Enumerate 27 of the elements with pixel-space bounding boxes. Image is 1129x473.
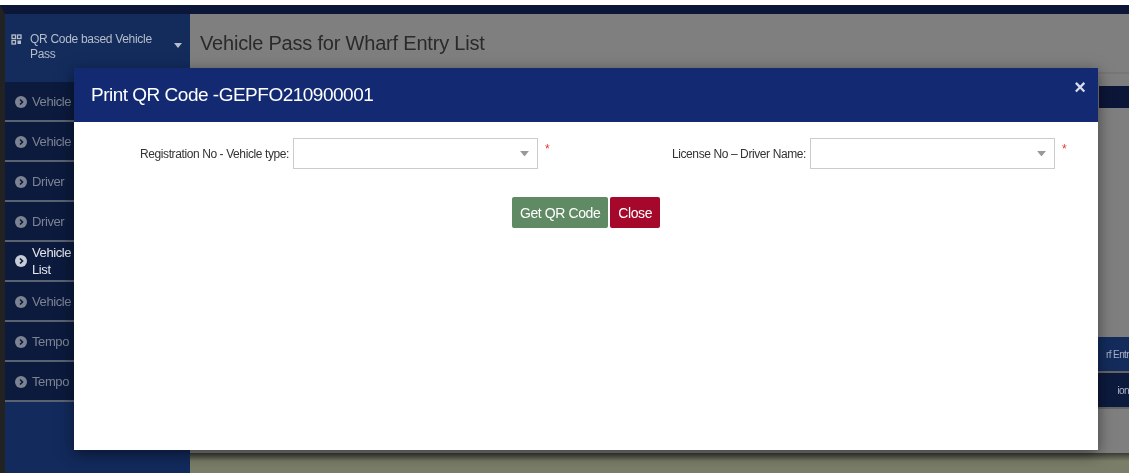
close-button[interactable]: Close: [610, 197, 661, 228]
qr-code-icon: [11, 34, 22, 45]
select-field[interactable]: [810, 138, 1055, 169]
chevron-circle-icon: [15, 216, 27, 228]
required-marker: *: [1062, 142, 1068, 156]
chevron-circle-icon: [15, 176, 27, 188]
menu-title: QR Code based Vehicle Pass: [30, 32, 153, 62]
select-field[interactable]: [293, 138, 538, 169]
toolbar-strip: [1099, 86, 1129, 108]
chevron-circle-icon: [15, 336, 27, 348]
chevron-circle-icon: [15, 296, 27, 308]
chevron-circle-icon: [15, 376, 27, 388]
close-button[interactable]: ×: [1072, 76, 1088, 99]
dialog-title: Print QR Code -GEPFO210900001: [91, 84, 374, 106]
caret-icon: [520, 150, 529, 157]
get-qr-code-button[interactable]: Get QR Code: [511, 197, 609, 228]
field-label: Registration No - Vehicle type:: [140, 146, 289, 161]
section-label: ion: [1117, 384, 1129, 396]
section-label: rf Entr: [1105, 348, 1129, 360]
required-marker: *: [545, 142, 551, 156]
caret-icon: [1037, 150, 1046, 157]
chevron-circle-icon: [15, 255, 27, 267]
field-label: License No – Driver Name:: [671, 146, 806, 161]
caret-icon: [174, 43, 182, 48]
page-title: Vehicle Pass for Wharf Entry List: [200, 31, 485, 55]
chevron-circle-icon: [15, 96, 27, 108]
chevron-circle-icon: [15, 136, 27, 148]
